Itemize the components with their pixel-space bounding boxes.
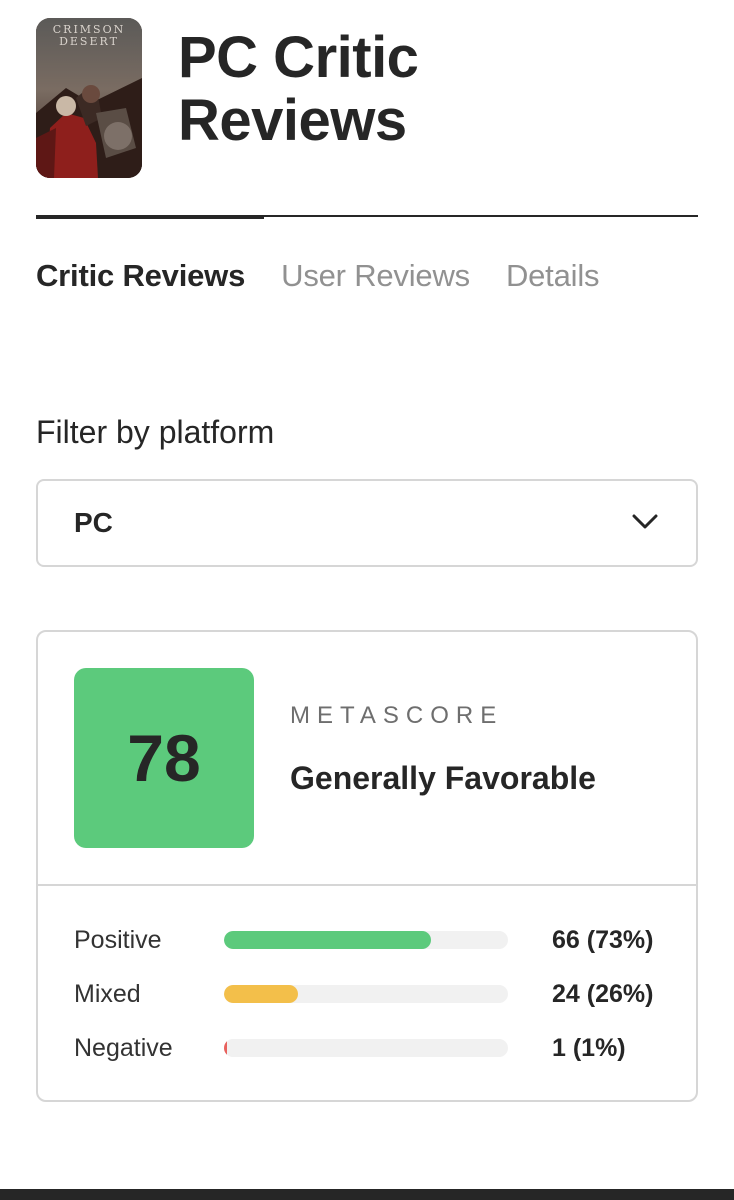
metascore-card: 78 METASCORE Generally Favorable Positiv… — [36, 630, 698, 1102]
page-title: PC Critic Reviews — [178, 25, 419, 153]
page-header: CRIMSON DESERT PC Critic Reviews — [36, 18, 698, 178]
distribution-bar-track — [224, 985, 508, 1003]
distribution-bar-fill — [224, 931, 432, 949]
platform-select-value: PC — [74, 507, 113, 538]
distribution-bar-fill — [224, 1039, 227, 1057]
distribution-count: 1 (1%) — [552, 1034, 626, 1062]
cover-title-text: CRIMSON DESERT — [52, 23, 126, 48]
game-cover-image[interactable]: CRIMSON DESERT — [36, 18, 142, 178]
platform-select[interactable]: PC — [36, 479, 698, 567]
distribution-label: Mixed — [74, 980, 141, 1008]
distribution-bar-track — [224, 1039, 508, 1057]
distribution-bar-track — [224, 931, 508, 949]
distribution-bar-fill — [224, 985, 298, 1003]
distribution-row-negative: Negative 1 (1%) — [74, 1028, 664, 1068]
metascore-verdict: Generally Favorable — [290, 760, 596, 796]
chevron-down-icon — [632, 514, 658, 529]
tab-user-reviews[interactable]: User Reviews — [281, 252, 470, 300]
metascore-label: METASCORE — [290, 702, 504, 729]
tab-critic-reviews[interactable]: Critic Reviews — [36, 252, 245, 300]
tab-details[interactable]: Details — [506, 252, 600, 300]
distribution-label: Negative — [74, 1034, 173, 1062]
distribution-label: Positive — [74, 926, 162, 954]
metascore-badge: 78 — [74, 668, 254, 848]
distribution-count: 66 (73%) — [552, 926, 654, 954]
distribution-row-mixed: Mixed 24 (26%) — [74, 974, 664, 1014]
tab-bar: Critic Reviews User Reviews Details — [36, 252, 635, 300]
platform-filter-label: Filter by platform — [36, 414, 275, 450]
metascore-value: 78 — [127, 721, 201, 795]
distribution-row-positive: Positive 66 (73%) — [74, 920, 664, 960]
tab-active-indicator — [36, 215, 264, 219]
distribution-count: 24 (26%) — [552, 980, 654, 1008]
card-divider — [38, 884, 696, 886]
bottom-bar — [0, 1189, 734, 1200]
